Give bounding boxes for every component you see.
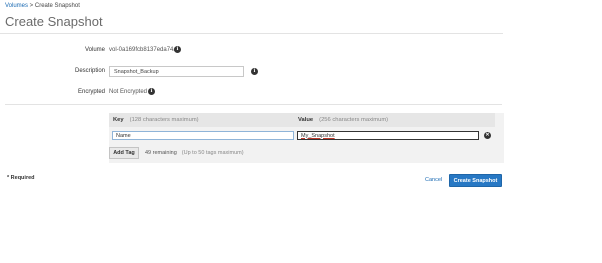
tags-remaining-count: 49 remaining [145, 150, 177, 156]
encrypted-value: Not Encrypted [109, 89, 148, 95]
breadcrumb-current: Create Snapshot [34, 3, 80, 9]
volume-info-icon[interactable]: i [174, 46, 181, 53]
add-tag-button[interactable]: Add Tag [109, 147, 139, 159]
tag-key-input[interactable] [112, 131, 294, 140]
tags-remaining: 49 remaining (Up to 50 tags maximum) [145, 150, 244, 156]
description-input[interactable] [109, 66, 244, 77]
key-header-hint: (128 characters maximum) [129, 117, 199, 123]
volume-label: Volume [84, 47, 105, 53]
breadcrumb: Volumes > Create Snapshot [5, 3, 80, 9]
section-divider [5, 104, 502, 105]
description-info-icon[interactable]: i [251, 68, 258, 75]
cancel-link[interactable]: Cancel [425, 177, 442, 183]
encrypted-label: Encrypted [77, 89, 105, 95]
value-header-hint: (256 characters maximum) [319, 117, 389, 123]
create-snapshot-button[interactable]: Create Snapshot [449, 174, 502, 187]
description-label: Description [74, 68, 105, 74]
tags-remaining-hint: (Up to 50 tags maximum) [181, 150, 244, 156]
key-column-header: Key (128 characters maximum) [113, 117, 199, 123]
page-title: Create Snapshot [5, 14, 103, 29]
value-header-label: Value [298, 117, 314, 123]
breadcrumb-volumes-link[interactable]: Volumes [5, 3, 28, 9]
key-header-label: Key [113, 117, 124, 123]
remove-tag-icon[interactable]: ✕ [484, 132, 491, 139]
title-divider [0, 33, 503, 34]
volume-value: vol-0a169fcb8137eda74a [109, 47, 177, 53]
value-column-header: Value (256 characters maximum) [298, 117, 388, 123]
tag-value-input[interactable] [297, 131, 479, 140]
required-note: * Required [7, 175, 35, 181]
encrypted-info-icon[interactable]: i [148, 88, 155, 95]
tags-table-header: Key (128 characters maximum) Value (256 ch… [109, 113, 495, 127]
breadcrumb-separator: > [28, 3, 35, 9]
